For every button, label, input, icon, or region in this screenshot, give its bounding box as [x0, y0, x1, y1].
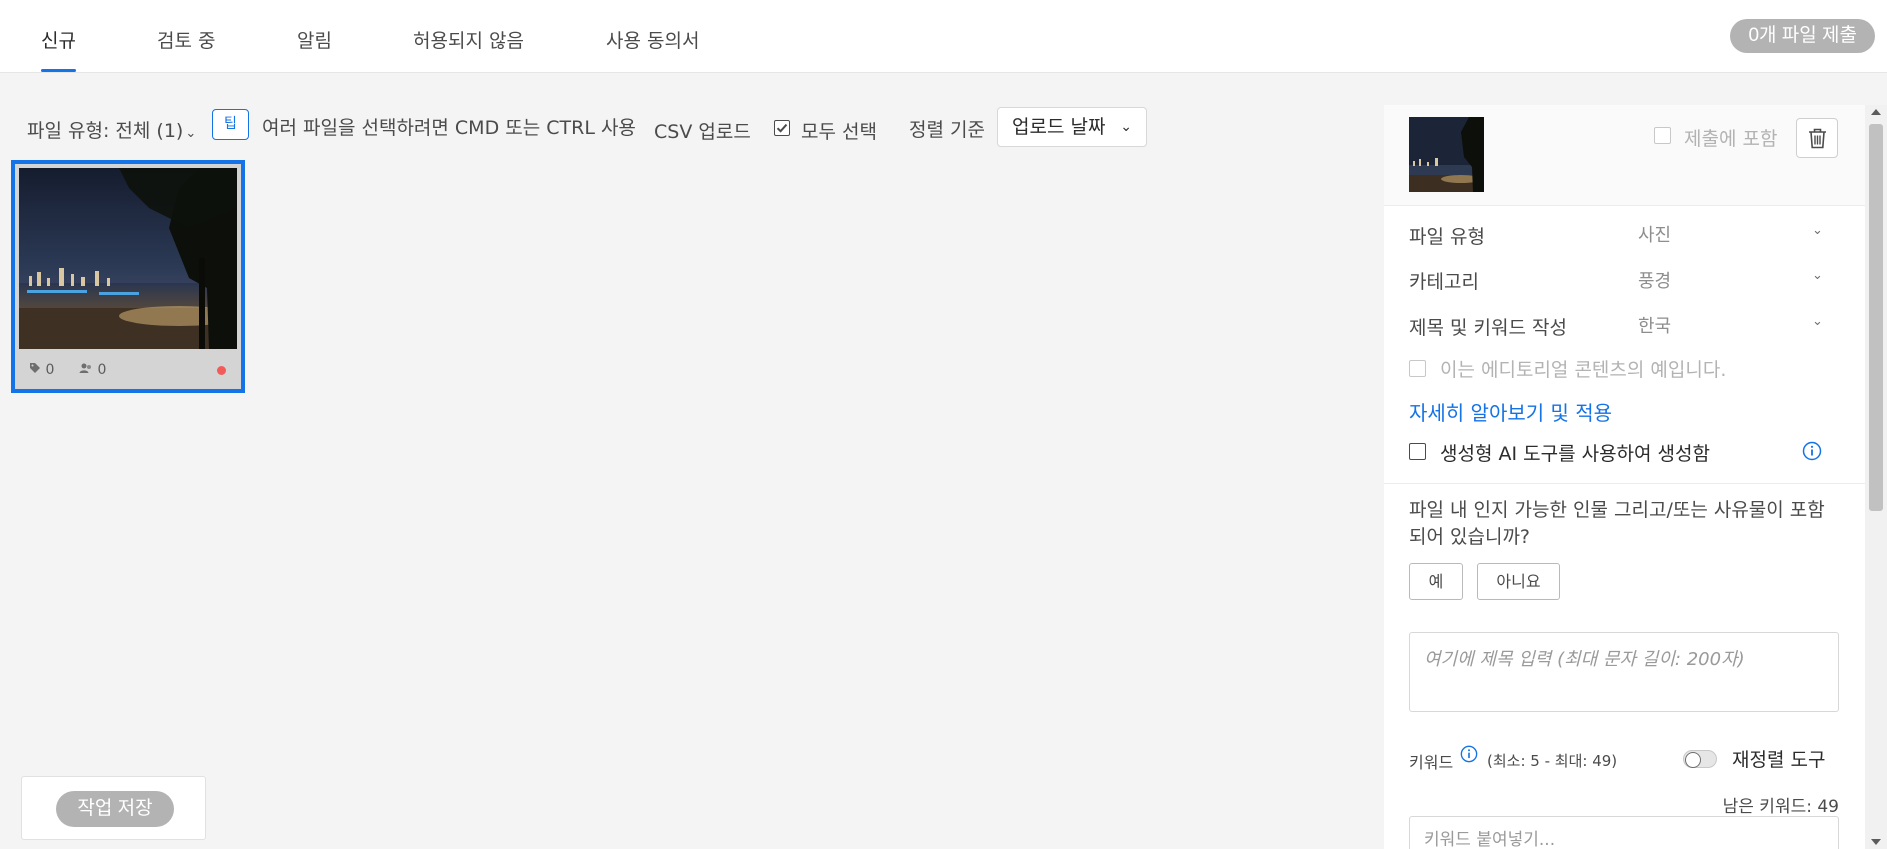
- submit-files-button[interactable]: 0개 파일 제출: [1730, 19, 1875, 53]
- file-thumbnail-card[interactable]: 0 0: [11, 160, 245, 393]
- chevron-down-icon: ⌄: [1120, 119, 1132, 135]
- keywords-remaining: 남은 키워드: 49: [1722, 797, 1839, 817]
- divider: [1384, 483, 1865, 484]
- chevron-down-icon: ⌄: [185, 126, 197, 141]
- title-keywords-language-label: 제목 및 키워드 작성: [1409, 317, 1567, 339]
- sort-select[interactable]: 업로드 날짜 ⌄: [997, 107, 1147, 147]
- top-nav: 신규 검토 중 알림 허용되지 않음 사용 동의서 0개 파일 제출: [0, 0, 1887, 73]
- editorial-label: 이는 에디토리얼 콘텐츠의 예입니다.: [1440, 359, 1727, 381]
- category-select[interactable]: 풍경: [1638, 267, 1671, 293]
- yes-button[interactable]: 예: [1409, 563, 1463, 600]
- scroll-up-arrow-icon[interactable]: [1871, 109, 1881, 115]
- card-meta: 0 0: [15, 349, 241, 389]
- chevron-down-icon[interactable]: ⌄: [1812, 314, 1823, 329]
- no-button[interactable]: 아니요: [1477, 563, 1560, 600]
- include-in-submission-label: 제출에 포함: [1684, 128, 1778, 150]
- tip-badge: 팁: [212, 109, 249, 140]
- filetype-filter[interactable]: 파일 유형: 전체 (1) ⌄: [27, 116, 196, 143]
- sort-select-value: 업로드 날짜: [1012, 116, 1106, 138]
- select-all-checkbox[interactable]: [774, 120, 790, 136]
- reorder-tool-toggle[interactable]: [1683, 750, 1717, 768]
- tab-new[interactable]: 신규: [41, 26, 76, 72]
- filetype-filter-label: 파일 유형: 전체 (1): [27, 120, 184, 142]
- people-icon: [79, 363, 91, 373]
- file-details-panel: 제출에 포함 파일 유형 사진 ⌄ 카테고리 풍경 ⌄ 제목 및 키워드 작성 …: [1384, 105, 1865, 849]
- include-in-submission-checkbox[interactable]: [1654, 127, 1671, 144]
- panel-scrollbar[interactable]: [1865, 105, 1887, 849]
- language-select[interactable]: 한국: [1638, 312, 1671, 338]
- tip-text: 여러 파일을 선택하려면 CMD 또는 CTRL 사용: [262, 117, 636, 139]
- save-work-button[interactable]: 작업 저장: [56, 791, 174, 827]
- keywords-input[interactable]: 키워드 붙여넣기...: [1409, 816, 1839, 849]
- select-all-label[interactable]: 모두 선택: [801, 117, 877, 144]
- tab-releases[interactable]: 사용 동의서: [606, 26, 699, 72]
- sort-by-label: 정렬 기준: [909, 119, 985, 141]
- learn-more-link[interactable]: 자세히 알아보기 및 적용: [1409, 397, 1612, 426]
- generative-ai-label: 생성형 AI 도구를 사용하여 생성함: [1440, 443, 1710, 465]
- selected-file-thumbnail: [1409, 117, 1484, 192]
- recognizable-people-question: 파일 내 인지 가능한 인물 그리고/또는 사유물이 포함되어 있습니까?: [1409, 499, 1825, 548]
- info-icon[interactable]: [1460, 745, 1478, 763]
- reorder-tool-label: 재정렬 도구: [1732, 749, 1826, 771]
- chevron-down-icon[interactable]: ⌄: [1812, 223, 1823, 238]
- csv-upload-link[interactable]: CSV 업로드: [654, 117, 751, 144]
- thumbnail-image: [19, 168, 237, 349]
- editorial-checkbox[interactable]: [1409, 360, 1426, 377]
- tab-in-review[interactable]: 검토 중: [157, 26, 215, 72]
- title-input[interactable]: 여기에 제목 입력 (최대 문자 길이: 200자): [1409, 632, 1839, 712]
- info-icon[interactable]: [1802, 441, 1822, 461]
- scrollbar-thumb[interactable]: [1869, 124, 1883, 511]
- category-label: 카테고리: [1409, 271, 1479, 293]
- panel-header: 제출에 포함: [1384, 105, 1865, 206]
- tab-notifications[interactable]: 알림: [297, 26, 332, 72]
- generative-ai-checkbox[interactable]: [1409, 443, 1426, 460]
- keywords-label: 키워드: [1409, 753, 1454, 772]
- keywords-range: (최소: 5 - 최대: 49): [1487, 752, 1618, 770]
- tab-not-accepted[interactable]: 허용되지 않음: [413, 26, 524, 72]
- file-type-label: 파일 유형: [1409, 226, 1485, 248]
- save-work-panel: 작업 저장: [21, 776, 206, 840]
- scroll-down-arrow-icon[interactable]: [1871, 839, 1881, 845]
- file-type-select[interactable]: 사진: [1638, 221, 1671, 247]
- keyword-count: 0: [29, 362, 54, 378]
- chevron-down-icon[interactable]: ⌄: [1812, 268, 1823, 283]
- people-count: 0: [79, 362, 106, 378]
- check-icon: [776, 123, 788, 133]
- tag-icon: [30, 363, 40, 373]
- trash-icon: [1809, 128, 1826, 149]
- status-dot: [217, 366, 226, 375]
- delete-button[interactable]: [1796, 118, 1838, 158]
